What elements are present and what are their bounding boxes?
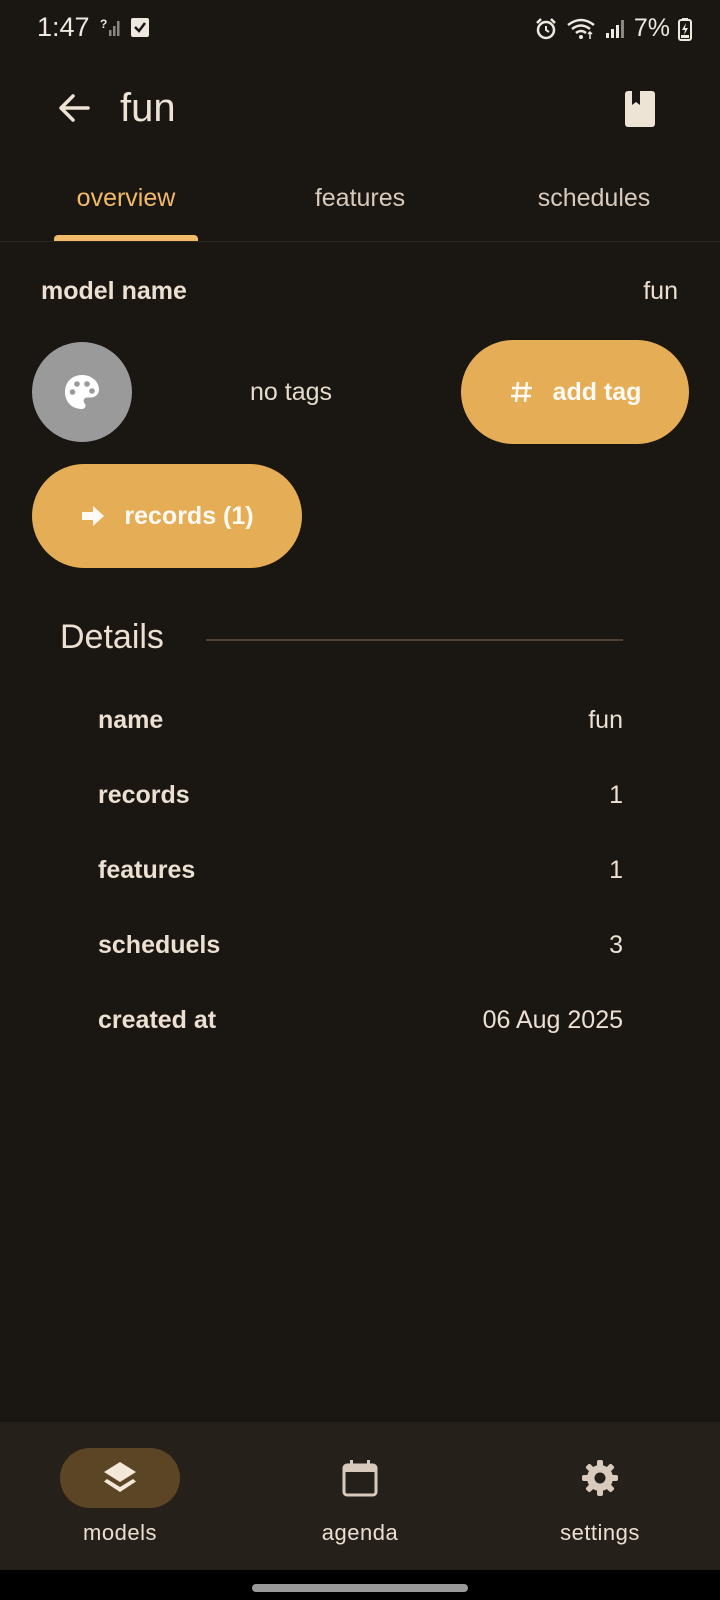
detail-value-features: 1 — [609, 856, 623, 884]
nav-label-agenda: agenda — [321, 1520, 399, 1545]
battery-percent: 7% — [633, 14, 670, 42]
book-icon — [625, 91, 655, 127]
nav-label-settings: settings — [560, 1520, 640, 1545]
records-button[interactable]: records (1) — [32, 464, 302, 568]
no-signal-icon: ? — [100, 17, 120, 36]
page-title: fun — [120, 86, 176, 130]
nav-label-models: models — [83, 1520, 157, 1545]
tab-divider — [0, 241, 720, 242]
detail-value-records: 1 — [609, 781, 623, 809]
status-right-icons: 7% — [534, 14, 692, 43]
status-left-icons: ? — [100, 16, 150, 38]
nav-item-agenda[interactable]: agenda — [240, 1422, 480, 1570]
hash-icon — [510, 381, 532, 403]
detail-label-created-at: created at — [98, 1006, 217, 1034]
task-check-icon — [131, 18, 149, 37]
no-tags-text: no tags — [250, 378, 333, 406]
detail-value-created-at: 06 Aug 2025 — [482, 1006, 623, 1034]
detail-value-schedules: 3 — [609, 931, 623, 959]
arrow-right-icon — [82, 506, 105, 526]
layers-icon — [104, 1462, 136, 1492]
svg-text:?: ? — [100, 17, 107, 31]
details-heading: Details — [60, 618, 164, 656]
tab-features[interactable]: features — [280, 184, 440, 213]
color-palette-button[interactable] — [32, 342, 132, 442]
wifi-icon — [567, 18, 595, 39]
cell-signal-icon — [605, 19, 624, 38]
status-bar: 1:47 ? 7% — [0, 0, 720, 58]
add-tag-button[interactable]: add tag — [461, 340, 689, 444]
status-time: 1:47 — [37, 12, 90, 42]
battery-charging-icon — [678, 17, 692, 41]
records-button-label: records (1) — [124, 501, 254, 530]
calendar-icon — [342, 1460, 378, 1497]
detail-label-records: records — [98, 781, 190, 809]
gear-icon — [582, 1460, 618, 1496]
tab-schedules[interactable]: schedules — [508, 184, 680, 213]
model-name-value: fun — [643, 277, 678, 305]
home-gesture-bar[interactable] — [252, 1584, 468, 1592]
detail-label-name: name — [98, 706, 164, 734]
back-button[interactable] — [52, 86, 96, 130]
tab-overview[interactable]: overview — [40, 184, 212, 213]
details-divider — [206, 639, 623, 641]
add-tag-label: add tag — [552, 377, 642, 406]
palette-icon — [65, 375, 99, 409]
arrow-back-icon — [59, 94, 90, 122]
guide-button[interactable] — [620, 88, 660, 130]
nav-item-models[interactable]: models — [0, 1422, 240, 1570]
detail-label-schedules: scheduels — [98, 931, 221, 959]
alarm-icon — [535, 17, 556, 39]
nav-item-settings[interactable]: settings — [480, 1422, 720, 1570]
model-name-label: model name — [41, 277, 187, 305]
bottom-navigation: models agenda settings — [0, 1422, 720, 1570]
detail-value-name: fun — [588, 706, 623, 734]
detail-label-features: features — [98, 856, 196, 884]
